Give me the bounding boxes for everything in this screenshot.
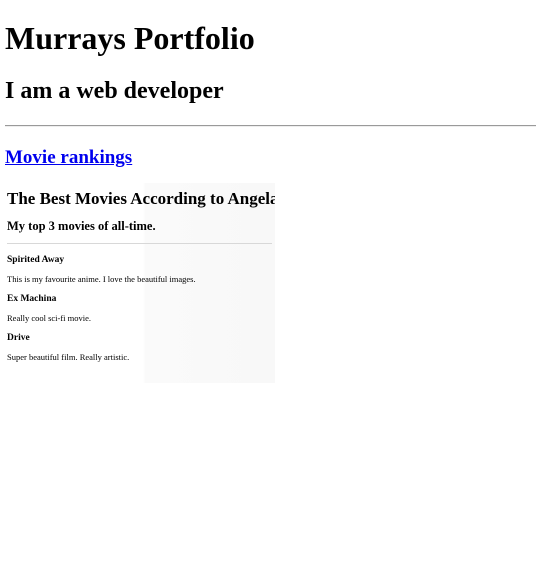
movies-page-subtitle: My top 3 movies of all-time. bbox=[7, 219, 156, 233]
movie-description: This is my favourite anime. I love the b… bbox=[7, 274, 196, 284]
movie-description: Really cool sci-fi movie. bbox=[7, 313, 92, 323]
page-subtitle: I am a web developer bbox=[5, 78, 224, 104]
horizontal-divider bbox=[5, 125, 536, 127]
movie-title: Drive bbox=[7, 333, 30, 343]
movie-title: Spirited Away bbox=[7, 255, 65, 265]
movie-rankings-heading: Movie rankings bbox=[5, 146, 132, 170]
portfolio-page: Murrays Portfolio I am a web developer M… bbox=[0, 0, 540, 563]
movies-page-title: The Best Movies According to Angela bbox=[7, 189, 275, 208]
movie-rankings-link[interactable]: Movie rankings bbox=[5, 147, 132, 168]
movie-rankings-preview: The Best Movies According to Angela My t… bbox=[0, 183, 275, 383]
movie-title: Ex Machina bbox=[7, 294, 57, 304]
movies-divider bbox=[7, 243, 272, 244]
page-title: Murrays Portfolio bbox=[5, 20, 255, 56]
movie-description: Super beautiful film. Really artistic. bbox=[7, 352, 130, 362]
